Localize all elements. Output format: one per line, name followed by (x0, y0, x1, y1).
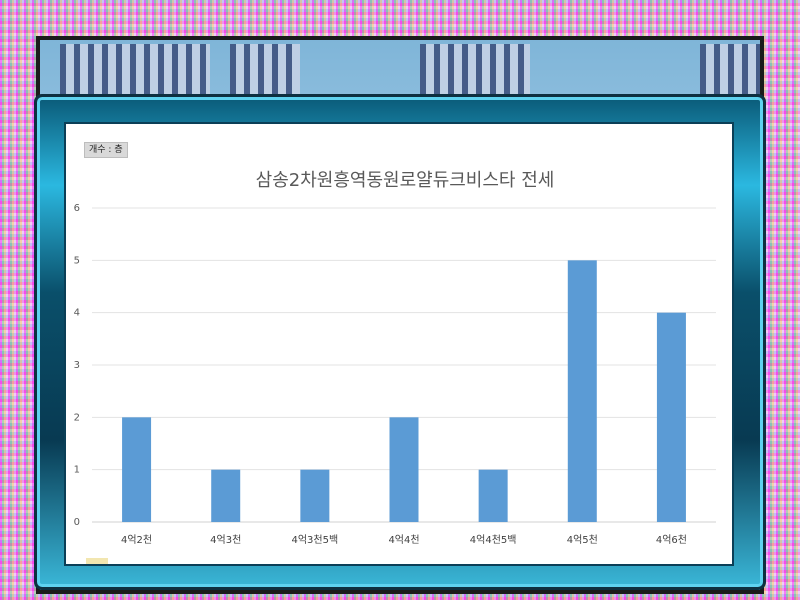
x-tick-label: 4억4천 (388, 534, 419, 546)
y-tick-label: 3 (74, 360, 80, 371)
bar (567, 260, 597, 522)
y-tick-label: 6 (74, 203, 80, 214)
x-axis: 4억2천 4억3천 4억3천5백 4억4천 4억4천5백 4억5천 4억6천 (121, 534, 687, 546)
y-tick-label: 1 (74, 465, 80, 476)
bar (389, 417, 419, 522)
bar (300, 469, 330, 522)
y-tick-label: 5 (74, 255, 80, 266)
y-tick-label: 2 (74, 412, 80, 423)
x-tick-label: 4억5천 (567, 534, 598, 546)
bar (122, 417, 152, 522)
x-tick-label: 4억6천 (656, 534, 687, 546)
bars (122, 260, 686, 522)
chart-title: 삼송2차원흥역동원로얄듀크비스타 전세 (256, 170, 555, 191)
bar-chart: 삼송2차원흥역동원로얄듀크비스타 전세 0 1 2 3 4 5 6 4억2천 4억3천 4억3천… (74, 170, 716, 546)
y-tick-label: 4 (74, 308, 80, 319)
bar (211, 469, 241, 522)
x-tick-label: 4억4천5백 (470, 534, 517, 546)
x-tick-label: 4억3천5백 (292, 534, 339, 546)
y-tick-label: 0 (74, 517, 80, 528)
bar (478, 469, 508, 522)
x-tick-label: 4억2천 (121, 534, 152, 546)
y-axis: 0 1 2 3 4 5 6 (74, 203, 80, 528)
x-tick-label: 4억3천 (210, 534, 241, 546)
bar (656, 312, 686, 522)
